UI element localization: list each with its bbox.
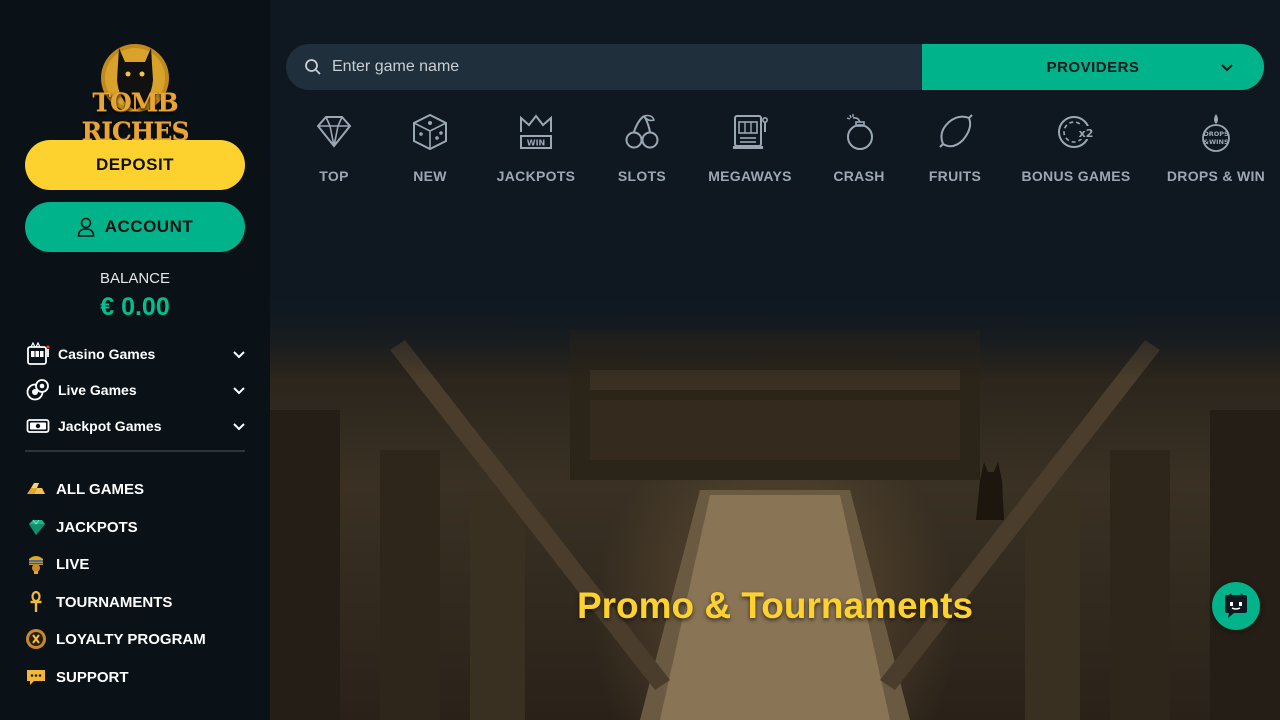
svg-text:&WINS: &WINS	[1203, 138, 1229, 146]
nav-tournaments[interactable]: TOURNAMENTS	[25, 589, 245, 615]
bonus-x2-icon: x2	[1054, 110, 1098, 154]
filter-label: JACKPOTS	[496, 168, 576, 184]
chevron-down-icon	[1221, 64, 1233, 72]
nav-jackpots[interactable]: JACKPOTS	[25, 514, 245, 540]
cash-icon	[25, 414, 51, 438]
category-casino-games[interactable]: Casino Games	[25, 340, 247, 368]
nav-label: LIVE	[56, 555, 90, 573]
main-content: Promo & Tournaments PROVIDERS TOP NEW WI…	[270, 0, 1280, 720]
svg-text:x2: x2	[1079, 127, 1094, 140]
lemon-icon	[933, 110, 977, 154]
search-bar: PROVIDERS	[286, 44, 1264, 90]
chevron-down-icon	[233, 351, 245, 359]
chat-bot-icon	[1225, 593, 1247, 618]
gold-bars-icon	[25, 478, 47, 500]
providers-label: PROVIDERS	[1046, 58, 1140, 76]
sidebar-divider	[25, 450, 245, 452]
filter-jackpots[interactable]: WIN JACKPOTS	[496, 110, 576, 190]
pharaoh-icon	[25, 553, 47, 575]
nav-label: SUPPORT	[56, 668, 129, 686]
promo-banner[interactable]: Promo & Tournaments	[270, 290, 1280, 720]
filter-label: DROPS & WIN	[1166, 168, 1266, 184]
filter-label: SLOTS	[617, 168, 667, 184]
filter-label: CRASH	[833, 168, 885, 184]
nav-label: TOURNAMENTS	[56, 593, 173, 611]
svg-text:DROPS: DROPS	[1203, 130, 1229, 138]
nav-label: ALL GAMES	[56, 480, 145, 498]
slot-machine-icon	[728, 110, 772, 154]
category-label: Casino Games	[58, 346, 156, 362]
gem-icon	[25, 516, 47, 538]
filter-top[interactable]: TOP	[304, 110, 364, 190]
brand-logo[interactable]: TOMB RICHES	[55, 40, 215, 146]
account-label: ACCOUNT	[104, 217, 194, 236]
filter-megaways[interactable]: MEGAWAYS	[706, 110, 794, 190]
category-live-games[interactable]: Live Games	[25, 376, 247, 404]
svg-text:WIN: WIN	[527, 139, 546, 148]
filter-bonus-games[interactable]: x2 BONUS GAMES	[1018, 110, 1134, 190]
filter-new[interactable]: NEW	[400, 110, 460, 190]
filter-label: TOP	[319, 168, 349, 184]
category-label: Jackpot Games	[58, 418, 162, 434]
chevron-down-icon	[233, 387, 245, 395]
nav-label: JACKPOTS	[56, 518, 138, 536]
slot-machine-icon	[25, 342, 51, 366]
filter-drops-and-win[interactable]: DROPS &WINS DROPS & WIN	[1166, 110, 1266, 190]
balance-label: BALANCE	[99, 270, 171, 287]
account-button[interactable]: ACCOUNT	[25, 202, 245, 252]
loyalty-icon	[25, 628, 47, 650]
nav-all-games[interactable]: ALL GAMES	[25, 476, 245, 502]
sidebar: TOMB RICHES DEPOSIT ACCOUNT BALANCE € 0.…	[0, 0, 270, 720]
banner-top-fade	[270, 290, 1280, 380]
search-input[interactable]	[332, 44, 912, 90]
nav-label: LOYALTY PROGRAM	[56, 630, 206, 648]
category-jackpot-games[interactable]: Jackpot Games	[25, 412, 247, 440]
user-icon	[77, 217, 95, 237]
promo-title: Promo & Tournaments	[576, 585, 974, 626]
crown-win-icon: WIN	[514, 110, 558, 154]
chips-icon	[25, 378, 51, 402]
deposit-button[interactable]: DEPOSIT	[25, 140, 245, 190]
filter-label: FRUITS	[928, 168, 982, 184]
logo-text: TOMB RICHES	[81, 88, 189, 146]
filter-label: MEGAWAYS	[708, 168, 792, 184]
filter-label: NEW	[413, 168, 447, 184]
drops-wins-icon: DROPS &WINS	[1194, 110, 1238, 154]
chevron-down-icon	[233, 423, 245, 431]
search-icon	[305, 59, 321, 75]
nav-support[interactable]: SUPPORT	[25, 664, 245, 690]
chat-bubble-icon	[25, 666, 47, 688]
nav-live[interactable]: LIVE	[25, 551, 245, 577]
deposit-label: DEPOSIT	[95, 155, 175, 174]
providers-dropdown[interactable]: PROVIDERS	[922, 44, 1264, 90]
bomb-icon	[837, 110, 881, 154]
filter-slots[interactable]: SLOTS	[612, 110, 672, 190]
cherries-icon	[620, 110, 664, 154]
game-filter-bar: TOP NEW WIN JACKPOTS SLOTS MEGAWAYS CRAS…	[270, 110, 1280, 190]
dice-icon	[408, 110, 452, 154]
live-chat-button[interactable]	[1212, 582, 1260, 630]
ankh-icon	[25, 591, 47, 613]
filter-fruits[interactable]: FRUITS	[925, 110, 985, 190]
category-label: Live Games	[58, 382, 137, 398]
filter-crash[interactable]: CRASH	[829, 110, 889, 190]
nav-loyalty-program[interactable]: LOYALTY PROGRAM	[25, 626, 245, 652]
diamond-icon	[312, 110, 356, 154]
balance-value: € 0.00	[100, 293, 170, 321]
filter-label: BONUS GAMES	[1021, 168, 1131, 184]
